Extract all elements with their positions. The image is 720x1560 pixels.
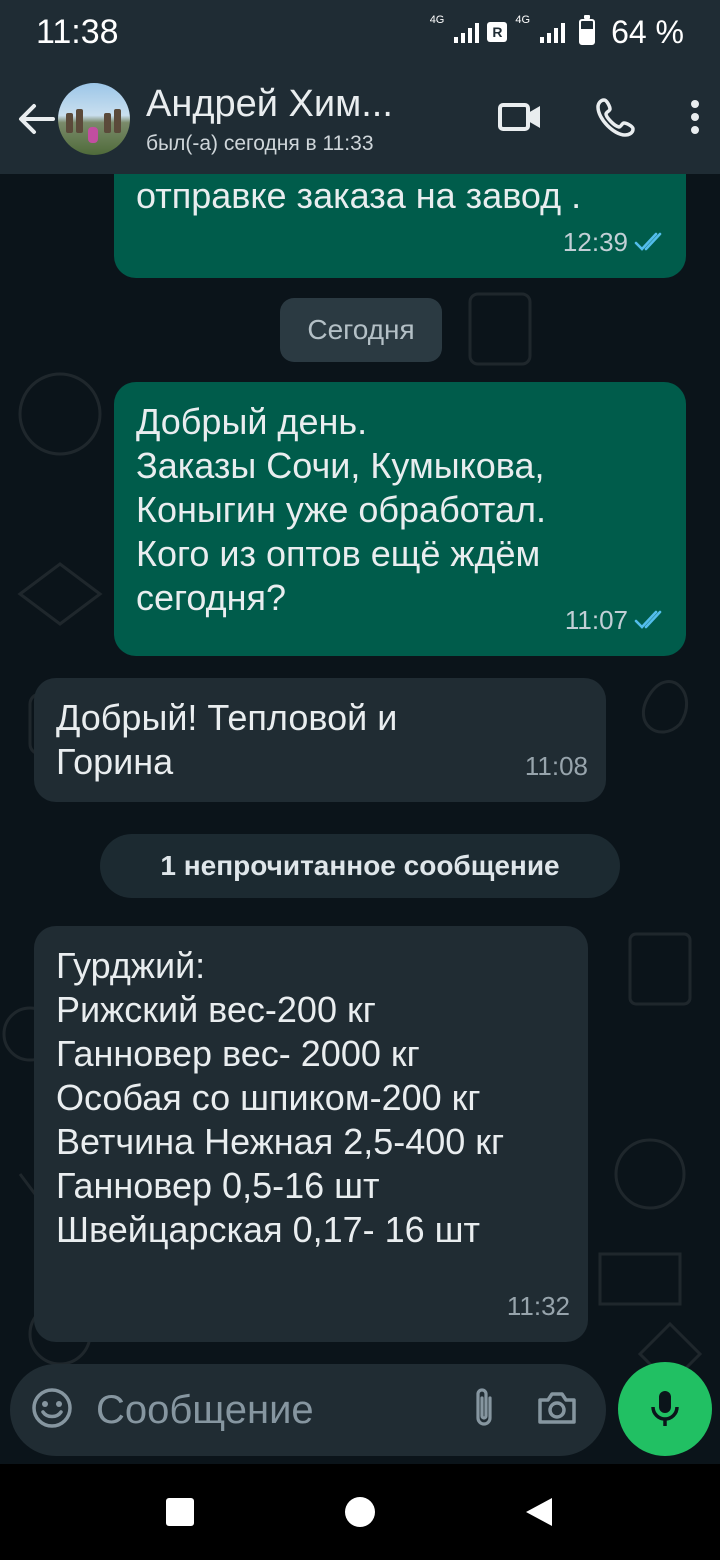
home-button[interactable] — [345, 1497, 375, 1527]
status-icons: 4G R 4G 64 % — [430, 14, 684, 51]
battery-level: 64 % — [611, 13, 684, 50]
back-arrow-icon[interactable] — [10, 93, 62, 145]
chat-header: Андрей Хим... был(-а) сегодня в 11:33 — [0, 64, 720, 174]
message-meta: 11:32 — [507, 1284, 570, 1328]
message-bubble-outgoing[interactable]: отправке заказа на завод . 12:39 — [114, 174, 686, 278]
signal-icon — [454, 21, 480, 43]
message-time: 11:32 — [506, 1291, 570, 1321]
message-meta: 11:07 — [565, 598, 668, 642]
message-meta: 11:08 — [525, 744, 588, 788]
more-vert-icon[interactable] — [690, 99, 700, 140]
nav-back-button[interactable] — [524, 1496, 554, 1528]
chat-area[interactable]: отправке заказа на завод . 12:39 Сегодня… — [0, 174, 720, 1464]
battery-icon — [579, 15, 596, 45]
header-actions — [498, 64, 700, 174]
message-time: 11:08 — [524, 751, 588, 781]
date-separator: Сегодня — [280, 298, 442, 362]
message-text: Гурджий: Рижский вес-200 кг Ганновер вес… — [56, 945, 505, 1250]
message-meta: 12:39 — [563, 220, 668, 264]
unread-separator: 1 непрочитанное сообщение — [100, 834, 620, 898]
message-bubble-incoming[interactable]: Гурджий: Рижский вес-200 кг Ганновер вес… — [34, 926, 588, 1342]
message-time: 12:39 — [562, 227, 628, 257]
double-check-icon — [634, 610, 662, 629]
message-text: Добрый день. Заказы Сочи, Кумыкова, Коны… — [136, 401, 547, 618]
network-type-1: 4G — [429, 13, 445, 26]
message-bubble-incoming[interactable]: Добрый! Тепловой и Горина 11:08 — [34, 678, 606, 802]
last-seen-status: был(-а) сегодня в 11:33 — [146, 131, 374, 155]
message-input-bar[interactable]: Сообщение — [10, 1364, 606, 1456]
status-bar: 11:38 4G R 4G 64 % — [0, 0, 720, 64]
attach-icon[interactable] — [470, 1386, 498, 1435]
signal-icon-2 — [540, 21, 566, 43]
mic-icon — [651, 1391, 679, 1426]
system-nav-bar — [0, 1464, 720, 1560]
avatar[interactable] — [58, 83, 130, 155]
message-text: Добрый! Тепловой и Горина — [56, 697, 398, 782]
double-check-icon — [634, 232, 662, 251]
status-time: 11:38 — [36, 12, 119, 51]
message-input[interactable]: Сообщение — [96, 1388, 470, 1433]
mic-button[interactable] — [618, 1362, 712, 1456]
video-call-icon[interactable] — [498, 100, 542, 139]
phone-icon[interactable] — [596, 97, 636, 142]
contact-info[interactable]: Андрей Хим... был(-а) сегодня в 11:33 — [146, 83, 436, 156]
roaming-icon: R — [487, 22, 508, 42]
emoji-icon[interactable] — [30, 1386, 74, 1435]
message-text: отправке заказа на завод . — [136, 175, 582, 216]
contact-name: Андрей Хим... — [146, 82, 393, 125]
message-time: 11:07 — [564, 605, 628, 635]
recents-button[interactable] — [166, 1498, 194, 1526]
camera-icon[interactable] — [536, 1390, 578, 1431]
message-bubble-outgoing[interactable]: Добрый день. Заказы Сочи, Кумыкова, Коны… — [114, 382, 686, 656]
network-type-2: 4G — [515, 13, 531, 26]
